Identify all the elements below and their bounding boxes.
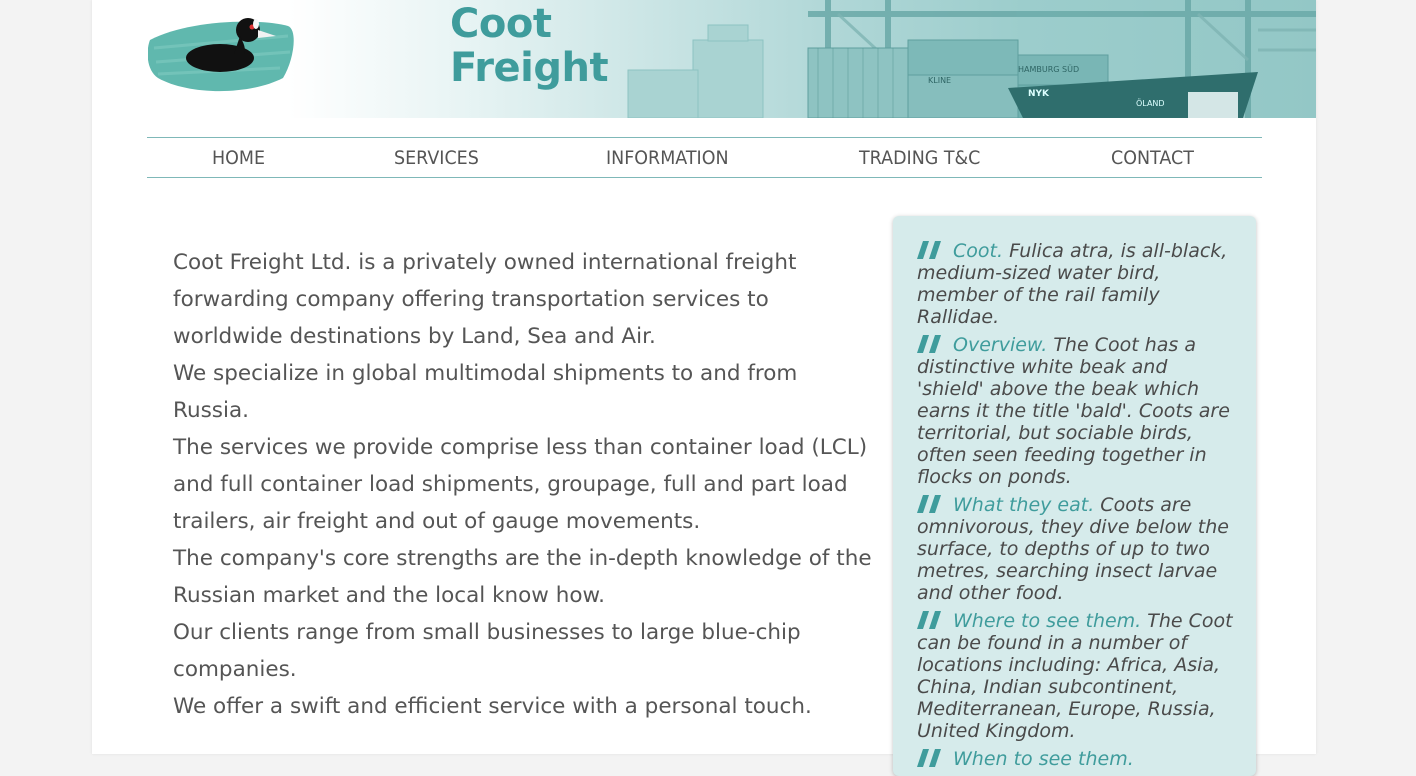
header-banner: KLINE HAMBURG SÜD NYK ÖLAND Coot Freight [148, 0, 1316, 118]
container-label-2: HAMBURG SÜD [1018, 64, 1079, 74]
container-label-1: KLINE [928, 76, 951, 85]
intro-paragraph: The company's core strengths are the in-… [173, 546, 872, 608]
nav-trading-tc[interactable]: TRADING T&C [859, 147, 980, 169]
nav-information[interactable]: INFORMATION [606, 147, 729, 169]
ship-name-label: ÖLAND [1136, 98, 1165, 108]
quote-icon [917, 335, 941, 353]
coot-facts-sidebar: Coot. Fulica atra, is all-black, medium-… [893, 216, 1256, 776]
intro-paragraph: Coot Freight Ltd. is a privately owned i… [173, 250, 797, 349]
nav-services[interactable]: SERVICES [394, 147, 479, 169]
fact-title: Overview. [953, 334, 1048, 356]
fact-item: Coot. Fulica atra, is all-black, medium-… [917, 240, 1237, 328]
fact-item: What they eat. Coots are omnivorous, the… [917, 494, 1237, 604]
container-label-3: NYK [1028, 89, 1050, 99]
port-scene-image: KLINE HAMBURG SÜD NYK ÖLAND [148, 0, 1316, 118]
intro-paragraph: We offer a swift and efficient service w… [173, 694, 812, 719]
nav-home[interactable]: HOME [212, 147, 265, 169]
nav-contact[interactable]: CONTACT [1111, 147, 1194, 169]
quote-icon [917, 241, 941, 259]
quote-icon [917, 749, 941, 767]
fact-item: Where to see them. The Coot can be found… [917, 610, 1237, 742]
fact-title: What they eat. [953, 494, 1095, 516]
quote-icon [917, 611, 941, 629]
fact-item: Overview. The Coot has a distinctive whi… [917, 334, 1237, 488]
fact-title: When to see them. [953, 748, 1134, 770]
brand-name-line2: Freight [450, 45, 609, 91]
fact-title: Where to see them. [953, 610, 1142, 632]
fact-text: The Coot has a distinctive white beak an… [917, 334, 1230, 488]
intro-paragraph: We specialize in global multimodal shipm… [173, 361, 798, 423]
fact-title: Coot. [953, 240, 1004, 262]
fact-item: When to see them. [917, 748, 1237, 770]
quote-icon [917, 495, 941, 513]
intro-paragraph: The services we provide comprise less th… [173, 435, 868, 534]
brand-logo[interactable]: Coot Freight [450, 1, 609, 91]
intro-content: Coot Freight Ltd. is a privately owned i… [173, 244, 873, 725]
main-nav: HOME SERVICES INFORMATION TRADING T&C CO… [147, 137, 1262, 178]
brand-name-line1: Coot [450, 1, 552, 47]
intro-paragraph: Our clients range from small businesses … [173, 620, 801, 682]
